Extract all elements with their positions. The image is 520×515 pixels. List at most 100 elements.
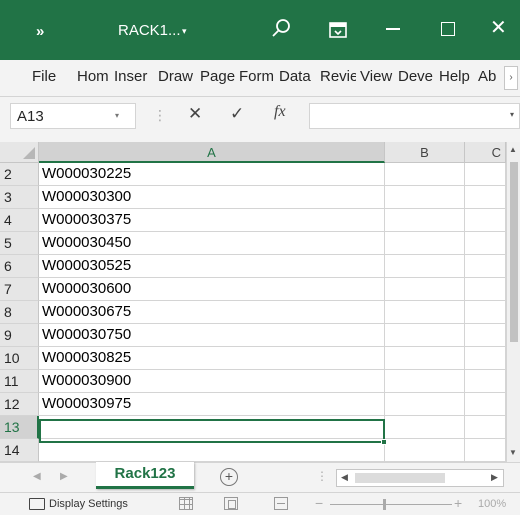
row-header[interactable]: 4	[0, 209, 39, 232]
row-header[interactable]: 14	[0, 439, 39, 462]
cell-b[interactable]	[385, 439, 465, 462]
cell-a[interactable]: W000030825	[39, 347, 385, 370]
cell-b[interactable]	[385, 186, 465, 209]
formula-input[interactable]	[309, 103, 520, 129]
tab-file[interactable]: File	[32, 68, 62, 85]
scroll-up-icon[interactable]: ▲	[509, 145, 517, 154]
vertical-scrollbar[interactable]: ▲ ▼	[506, 142, 520, 462]
insert-function-icon[interactable]: fx	[274, 103, 286, 121]
row-header[interactable]: 8	[0, 301, 39, 324]
cell-a[interactable]: W000030900	[39, 370, 385, 393]
cell-c[interactable]	[465, 209, 506, 232]
row-header[interactable]: 7	[0, 278, 39, 301]
cell-b[interactable]	[385, 209, 465, 232]
tab-review[interactable]: Revie	[320, 68, 356, 85]
quick-access-overflow-button[interactable]: »	[36, 23, 44, 40]
cell-b[interactable]	[385, 416, 465, 439]
active-cell-selection[interactable]	[39, 419, 385, 443]
search-icon[interactable]	[270, 17, 294, 41]
zoom-level[interactable]: 100%	[478, 498, 506, 510]
tab-draw[interactable]: Draw	[158, 68, 196, 85]
cell-a[interactable]: W000030225	[39, 163, 385, 186]
horizontal-scroll-thumb[interactable]	[355, 473, 445, 483]
tab-formulas[interactable]: Form	[239, 68, 276, 85]
cell-c[interactable]	[465, 301, 506, 324]
cell-c[interactable]	[465, 232, 506, 255]
cell-b[interactable]	[385, 347, 465, 370]
name-box[interactable]: A13 ▾	[10, 103, 136, 129]
ribbon-scroll-right-icon[interactable]: ›	[504, 66, 518, 90]
page-layout-view-icon[interactable]	[224, 497, 238, 510]
fill-handle[interactable]	[381, 439, 387, 445]
zoom-slider-knob[interactable]	[383, 499, 386, 510]
cancel-icon[interactable]: ✕	[188, 104, 202, 124]
vertical-scroll-thumb[interactable]	[510, 162, 518, 342]
document-menu-arrow-icon[interactable]: ▾	[182, 26, 187, 37]
document-name[interactable]: RACK1...	[118, 22, 181, 39]
cell-c[interactable]	[465, 347, 506, 370]
zoom-out-icon[interactable]: −	[315, 495, 323, 511]
cell-b[interactable]	[385, 370, 465, 393]
cell-a[interactable]: W000030375	[39, 209, 385, 232]
row-header[interactable]: 10	[0, 347, 39, 370]
row-header[interactable]: 3	[0, 186, 39, 209]
cell-c[interactable]	[465, 393, 506, 416]
scroll-left-icon[interactable]: ◀	[341, 472, 348, 483]
cell-a[interactable]: W000030975	[39, 393, 385, 416]
maximize-icon[interactable]	[441, 22, 455, 36]
tab-insert[interactable]: Inser	[114, 68, 156, 85]
cell-a[interactable]: W000030750	[39, 324, 385, 347]
tab-view[interactable]: View	[360, 68, 394, 85]
cell-a[interactable]: W000030525	[39, 255, 385, 278]
normal-view-icon[interactable]	[179, 497, 193, 510]
cell-a[interactable]: W000030600	[39, 278, 385, 301]
tab-help[interactable]: Help	[439, 68, 474, 85]
zoom-in-icon[interactable]: +	[454, 495, 462, 511]
scroll-right-icon[interactable]: ▶	[491, 472, 498, 483]
scroll-down-icon[interactable]: ▼	[509, 448, 517, 457]
column-header-a[interactable]: A	[39, 142, 385, 163]
display-settings-label[interactable]: Display Settings	[49, 498, 128, 510]
cell-b[interactable]	[385, 278, 465, 301]
tab-about[interactable]: Ab	[478, 68, 502, 85]
row-header[interactable]: 6	[0, 255, 39, 278]
chevron-down-icon[interactable]: ▾	[115, 111, 119, 120]
row-header[interactable]: 12	[0, 393, 39, 416]
cell-b[interactable]	[385, 232, 465, 255]
cell-b[interactable]	[385, 324, 465, 347]
tab-split-handle-icon[interactable]: ⋮	[316, 469, 328, 483]
tab-page-layout[interactable]: Page	[200, 68, 236, 85]
cell-c[interactable]	[465, 416, 506, 439]
next-sheet-icon[interactable]: ▶	[60, 471, 68, 482]
cell-c[interactable]	[465, 186, 506, 209]
column-header-c[interactable]: C	[465, 142, 506, 163]
page-break-view-icon[interactable]	[274, 497, 288, 510]
cell-b[interactable]	[385, 393, 465, 416]
cell-b[interactable]	[385, 255, 465, 278]
formula-bar-resize-icon[interactable]: ⋮	[153, 107, 167, 124]
row-header[interactable]: 11	[0, 370, 39, 393]
ribbon-display-icon[interactable]	[328, 20, 348, 40]
cell-c[interactable]	[465, 439, 506, 462]
cell-a[interactable]: W000030675	[39, 301, 385, 324]
cell-a[interactable]: W000030300	[39, 186, 385, 209]
cell-b[interactable]	[385, 163, 465, 186]
horizontal-scrollbar[interactable]: ◀ ▶	[336, 469, 504, 487]
expand-formula-bar-icon[interactable]: ▾	[510, 110, 514, 119]
sheet-tab-rack123[interactable]: Rack123	[96, 462, 194, 489]
select-all-button[interactable]	[0, 142, 39, 163]
cell-c[interactable]	[465, 324, 506, 347]
zoom-slider[interactable]	[330, 504, 452, 505]
cell-c[interactable]	[465, 370, 506, 393]
previous-sheet-icon[interactable]: ◀	[33, 471, 41, 482]
tab-data[interactable]: Data	[279, 68, 316, 85]
cell-c[interactable]	[465, 255, 506, 278]
display-settings-icon[interactable]	[29, 498, 45, 510]
minimize-icon[interactable]	[386, 28, 400, 30]
column-header-b[interactable]: B	[385, 142, 465, 163]
row-header[interactable]: 5	[0, 232, 39, 255]
cell-b[interactable]	[385, 301, 465, 324]
row-header[interactable]: 9	[0, 324, 39, 347]
tab-home[interactable]: Hom	[77, 68, 109, 85]
cell-a[interactable]: W000030450	[39, 232, 385, 255]
